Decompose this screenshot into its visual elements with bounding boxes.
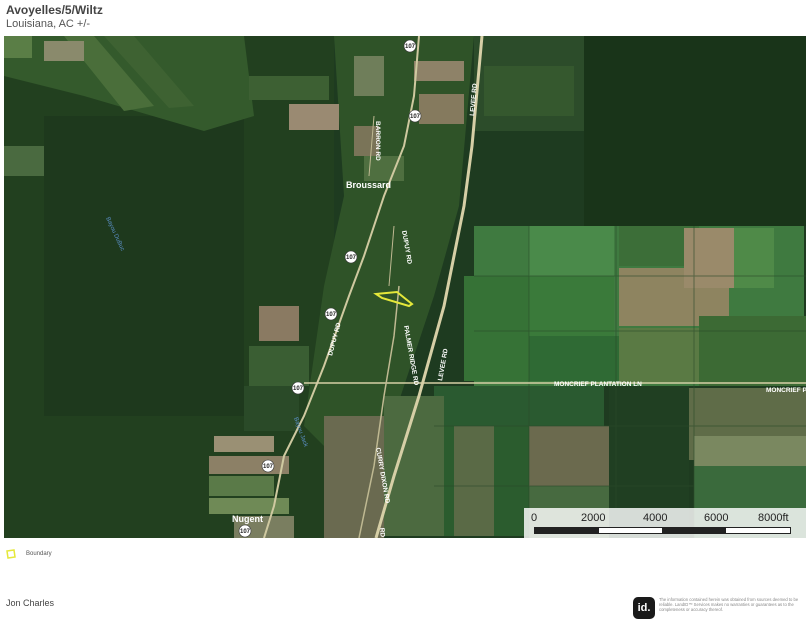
route-shield-6: 107 bbox=[263, 464, 274, 470]
route-shield-5: 107 bbox=[293, 386, 304, 392]
satellite-map[interactable]: BARRON RD LEVEE RD DUPUY RD DUPUY RD PAL… bbox=[4, 36, 806, 538]
brand-logo: id. bbox=[633, 597, 655, 619]
scale-label-0: 0 bbox=[531, 512, 538, 524]
road-label-moncrief-east: MONCRIEF PL bbox=[766, 387, 806, 394]
road-label-rd-south: RD bbox=[378, 528, 386, 538]
place-label-nugent: Nugent bbox=[232, 514, 263, 524]
scale-label-8000ft: 8000ft bbox=[758, 512, 789, 524]
disclaimer-text: The information contained herein was obt… bbox=[659, 597, 799, 612]
scale-labels: 0 2000 4000 6000 8000ft bbox=[524, 512, 806, 524]
road-label-barron: BARRON RD bbox=[374, 121, 381, 161]
scale-label-6000: 6000 bbox=[704, 512, 729, 524]
scale-graphic bbox=[534, 527, 791, 534]
agent-name: Jon Charles bbox=[6, 598, 55, 608]
scale-label-4000: 4000 bbox=[643, 512, 668, 524]
scale-label-2000: 2000 bbox=[581, 512, 606, 524]
legend: Boundary bbox=[6, 547, 52, 561]
route-shield-2: 107 bbox=[410, 114, 421, 120]
map-subtitle: Louisiana, AC +/- bbox=[6, 18, 91, 30]
route-shield-4: 107 bbox=[326, 312, 337, 318]
place-label-broussard: Broussard bbox=[346, 180, 391, 190]
route-shield-3: 107 bbox=[346, 255, 357, 261]
road-label-moncrief: MONCRIEF PLANTATION LN bbox=[554, 381, 642, 388]
route-shield-7: 107 bbox=[240, 529, 251, 535]
map-canvas: BARRON RD LEVEE RD DUPUY RD DUPUY RD PAL… bbox=[4, 36, 806, 538]
scale-bar: 0 2000 4000 6000 8000ft bbox=[524, 508, 806, 538]
route-shield-1: 107 bbox=[405, 44, 416, 50]
map-title: Avoyelles/5/Wiltz bbox=[6, 3, 103, 17]
boundary-swatch-icon bbox=[6, 549, 16, 559]
legend-boundary-label: Boundary bbox=[26, 551, 52, 557]
